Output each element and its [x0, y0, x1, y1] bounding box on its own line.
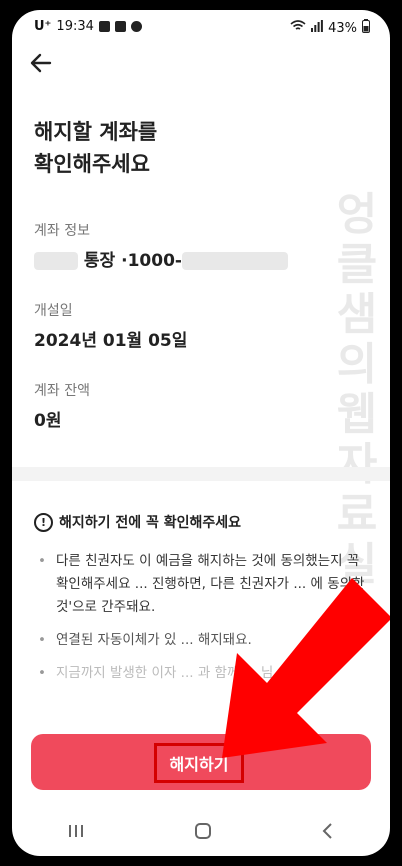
back-button[interactable] [28, 50, 64, 80]
signal-icon [311, 20, 323, 36]
phone-screen: U⁺ 19:34 43% 해지할 계좌를 확인해주세요 엉클샘의웹자료실 계좌 … [12, 10, 390, 856]
account-info-value: 통장 ·1000- [34, 246, 288, 271]
account-number: ·1000- [121, 251, 182, 271]
balance-label: 계좌 잔액 [34, 383, 90, 399]
account-type: 통장 [83, 251, 116, 271]
home-icon[interactable] [194, 822, 212, 845]
battery-icon [362, 19, 370, 37]
gallery-notification-icon [98, 21, 110, 32]
section-divider [12, 467, 390, 481]
mail-notification-icon [114, 21, 126, 32]
notice-title-text: 해지하기 전에 꼭 확인해주세요 [59, 515, 242, 531]
back-nav-icon[interactable] [321, 822, 335, 845]
wifi-icon [290, 20, 306, 36]
chat-notification-icon [130, 21, 142, 32]
info-icon: ! [34, 512, 53, 532]
system-nav-bar [12, 810, 390, 856]
watermark-text: 엉클샘의웹자료실 [336, 189, 378, 590]
page-title-line1: 해지할 계좌를 [34, 120, 158, 144]
account-info-label: 계좌 정보 [34, 223, 90, 239]
redacted-account-number [181, 252, 288, 270]
red-arrow-annotation-icon [222, 578, 390, 758]
recent-apps-icon[interactable] [67, 823, 85, 844]
status-bar: U⁺ 19:34 43% [12, 10, 390, 44]
battery-level: 43% [328, 20, 357, 36]
opened-date-label: 개설일 [34, 303, 73, 319]
clock: 19:34 [56, 19, 94, 34]
balance-value: 0원 [34, 411, 62, 431]
arrow-left-icon [30, 53, 52, 73]
carrier-label: U⁺ [34, 19, 52, 34]
notice-title: ! 해지하기 전에 꼭 확인해주세요 [34, 512, 241, 532]
page-title: 해지할 계좌를 확인해주세요 [34, 116, 157, 180]
opened-date-value: 2024년 01월 05일 [34, 331, 188, 351]
redacted-bank-name [34, 252, 78, 270]
page-title-line2: 확인해주세요 [34, 152, 150, 176]
